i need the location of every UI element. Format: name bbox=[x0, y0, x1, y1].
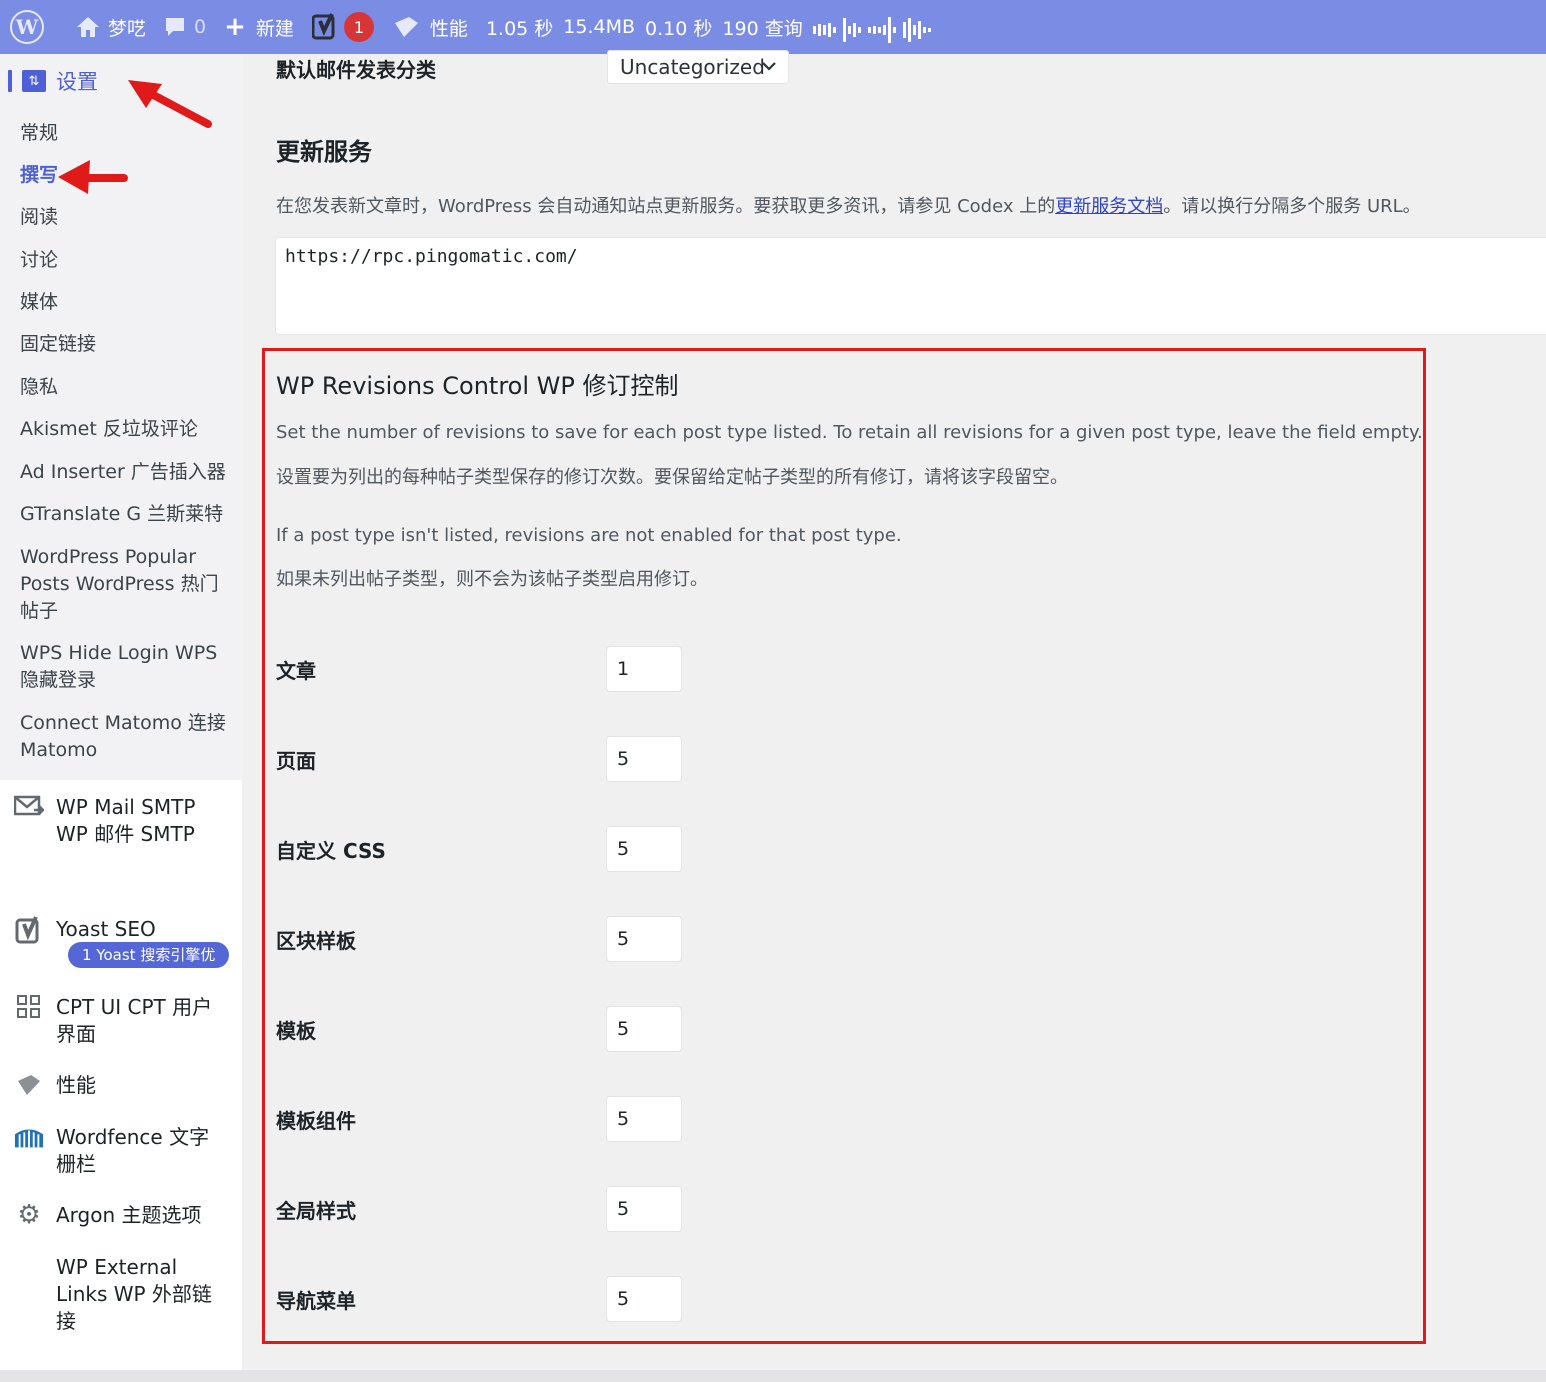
yoast-seo-icon bbox=[14, 916, 44, 944]
menu-cpt-ui-label: CPT UI CPT 用户界面 bbox=[56, 995, 213, 1046]
site-name: 梦呓 bbox=[108, 17, 147, 40]
revisions-input-template[interactable]: 5 bbox=[606, 1006, 682, 1052]
comments-count: 0 bbox=[194, 16, 207, 38]
menu-argon-label: Argon 主题选项 bbox=[56, 1203, 202, 1227]
default-mail-category-select[interactable]: Uncategorized bbox=[607, 50, 789, 84]
submenu-akismet[interactable]: Akismet 反垃圾评论 bbox=[20, 416, 230, 443]
admin-bar: W 梦呓 0 + 新建 1 性能 1.05 秒 15.4MB 0.10 秒 19… bbox=[0, 0, 1546, 54]
menu-cpt-ui[interactable]: CPT UI CPT 用户界面 bbox=[14, 994, 236, 1048]
annotation-arrow-settings bbox=[128, 80, 212, 128]
post-type-label: 页面 bbox=[276, 749, 316, 773]
menu-settings[interactable]: ⇅ 设置 bbox=[8, 66, 98, 96]
post-type-label: 自定义 CSS bbox=[276, 839, 386, 863]
submenu-privacy[interactable]: 隐私 bbox=[20, 374, 230, 401]
update-services-title: 更新服务 bbox=[276, 138, 372, 166]
comments-link[interactable]: 0 bbox=[164, 16, 206, 38]
submenu-connect-matomo[interactable]: Connect Matomo 连接 Matomo bbox=[20, 710, 230, 764]
post-type-label: 模板 bbox=[276, 1019, 316, 1043]
post-type-label: 全局样式 bbox=[276, 1199, 356, 1223]
post-type-label: 导航菜单 bbox=[276, 1289, 356, 1313]
settings-writing-content: 默认邮件发表分类 Uncategorized 更新服务 在您发表新文章时，Wor… bbox=[242, 50, 1546, 1370]
update-services-desc-text: 在您发表新文章时，WordPress 会自动通知站点更新服务。要获取更多资讯，请… bbox=[276, 196, 1056, 217]
update-services-docs-link[interactable]: 更新服务文档 bbox=[1055, 196, 1163, 217]
default-mail-category-value: Uncategorized bbox=[620, 55, 765, 79]
menu-yoast-seo-label: Yoast SEO bbox=[56, 917, 156, 941]
revisions-input-page[interactable]: 5 bbox=[606, 736, 682, 782]
annotation-arrow-writing bbox=[58, 160, 128, 194]
performance-label: 性能 bbox=[429, 17, 468, 40]
query-time: 0.10 秒 bbox=[645, 17, 713, 40]
stats-sparkline bbox=[812, 17, 931, 43]
post-type-label: 文章 bbox=[276, 659, 316, 683]
submenu-media[interactable]: 媒体 bbox=[20, 289, 230, 316]
settings-icon: ⇅ bbox=[22, 70, 46, 92]
post-type-label: 模板组件 bbox=[276, 1109, 356, 1133]
menu-settings-label: 设置 bbox=[56, 70, 98, 94]
menu-performance-label: 性能 bbox=[56, 1073, 96, 1097]
new-content-button[interactable]: + 新建 bbox=[224, 12, 294, 42]
not-listed-note-zh: 如果未列出帖子类型，则不会为该帖子类型启用修订。 bbox=[276, 569, 708, 590]
revisions-control-title: WP Revisions Control WP 修订控制 bbox=[276, 366, 678, 401]
yoast-menu-button[interactable]: 1 bbox=[311, 12, 374, 42]
revisions-title-text: WP Revisions Control WP 修订控制 bbox=[276, 372, 679, 400]
menu-performance[interactable]: 性能 bbox=[14, 1072, 236, 1100]
submenu-wordpress-popular-posts[interactable]: WordPress Popular Posts WordPress 热门帖子 bbox=[20, 544, 220, 625]
home-icon bbox=[76, 16, 100, 38]
menu-yoast-seo[interactable]: Yoast SEO bbox=[14, 916, 236, 944]
submenu-ad-inserter[interactable]: Ad Inserter 广告插入器 bbox=[20, 459, 230, 486]
gear-icon: ⚙ bbox=[17, 1200, 41, 1230]
revisions-input-template-part[interactable]: 5 bbox=[606, 1096, 682, 1142]
revisions-input-post[interactable]: 1 bbox=[606, 646, 682, 692]
active-indicator bbox=[8, 70, 12, 92]
yoast-icon bbox=[311, 13, 338, 41]
update-services-description: 在您发表新文章时，WordPress 会自动通知站点更新服务。要获取更多资讯，请… bbox=[276, 192, 1421, 218]
query-monitor-stats[interactable]: 1.05 秒 15.4MB 0.10 秒 190 查询 bbox=[486, 14, 803, 41]
menu-wp-mail-smtp-label: WP Mail SMTP WP 邮件 SMTP bbox=[56, 795, 196, 846]
menu-wp-external-links-label: WP External Links WP 外部链接 bbox=[56, 1255, 212, 1333]
query-count: 190 查询 bbox=[722, 17, 803, 40]
revisions-description-zh: 设置要为列出的每种帖子类型保存的修订次数。要保留给定帖子类型的所有修订，请将该字… bbox=[276, 467, 1068, 488]
site-name-link[interactable]: 梦呓 bbox=[62, 14, 146, 41]
menu-wp-external-links[interactable]: WP External Links WP 外部链接 bbox=[14, 1254, 236, 1335]
performance-menu[interactable]: 性能 bbox=[392, 14, 468, 41]
submenu-permalinks[interactable]: 固定链接 bbox=[20, 331, 230, 358]
update-services-desc-tail: 。请以换行分隔多个服务 URL。 bbox=[1163, 196, 1421, 217]
window-bottom-edge bbox=[0, 1370, 1546, 1382]
annotation-highlight-box bbox=[262, 348, 1426, 1344]
menu-wordfence-label: Wordfence 文字栅栏 bbox=[56, 1125, 210, 1176]
menu-argon-theme-options[interactable]: ⚙ Argon 主题选项 bbox=[14, 1202, 236, 1230]
comment-icon bbox=[164, 16, 186, 38]
performance-icon bbox=[392, 15, 420, 39]
menu-wordfence[interactable]: Wordfence 文字栅栏 bbox=[14, 1124, 236, 1178]
admin-sidebar: ⇅ 设置 常规 撰写 阅读 讨论 媒体 固定链接 隐私 Akismet 反垃圾评… bbox=[0, 54, 242, 1370]
post-type-label: 区块样板 bbox=[276, 929, 356, 953]
submenu-wps-hide-login[interactable]: WPS Hide Login WPS 隐藏登录 bbox=[20, 640, 220, 694]
wordfence-icon bbox=[14, 1124, 44, 1152]
new-label: 新建 bbox=[255, 17, 294, 40]
not-listed-note-en: If a post type isn't listed, revisions a… bbox=[276, 525, 902, 546]
external-links-icon bbox=[14, 1254, 44, 1282]
plus-icon: + bbox=[224, 12, 246, 42]
submenu-gtranslate[interactable]: GTranslate G 兰斯莱特 bbox=[20, 501, 230, 528]
submenu-reading[interactable]: 阅读 bbox=[20, 204, 230, 231]
chevron-down-icon bbox=[762, 51, 776, 94]
performance-cube-icon bbox=[14, 1072, 44, 1100]
memory-usage: 15.4MB bbox=[563, 16, 636, 38]
wordpress-icon: W bbox=[10, 10, 44, 44]
page-time: 1.05 秒 bbox=[485, 17, 554, 40]
yoast-notification-badge: 1 bbox=[343, 12, 374, 42]
submenu-discussion[interactable]: 讨论 bbox=[20, 247, 230, 274]
default-mail-category-label: 默认邮件发表分类 bbox=[276, 58, 436, 82]
revisions-input-custom-css[interactable]: 5 bbox=[606, 826, 682, 872]
wordpress-logo-button[interactable]: W bbox=[10, 10, 44, 44]
revisions-description-en: Set the number of revisions to save for … bbox=[276, 422, 1423, 443]
menu-wp-mail-smtp[interactable]: WP Mail SMTP WP 邮件 SMTP bbox=[14, 794, 236, 848]
grid-icon bbox=[14, 994, 44, 1022]
revisions-input-nav-menu[interactable]: 5 bbox=[606, 1276, 682, 1322]
ping-sites-textarea[interactable]: https://rpc.pingomatic.com/ bbox=[275, 237, 1546, 335]
yoast-submenu-pill[interactable]: 1 Yoast 搜索引擎优 bbox=[68, 942, 230, 968]
revisions-input-block-pattern[interactable]: 5 bbox=[606, 916, 682, 962]
mail-icon bbox=[14, 794, 44, 822]
revisions-input-global-styles[interactable]: 5 bbox=[606, 1186, 682, 1232]
